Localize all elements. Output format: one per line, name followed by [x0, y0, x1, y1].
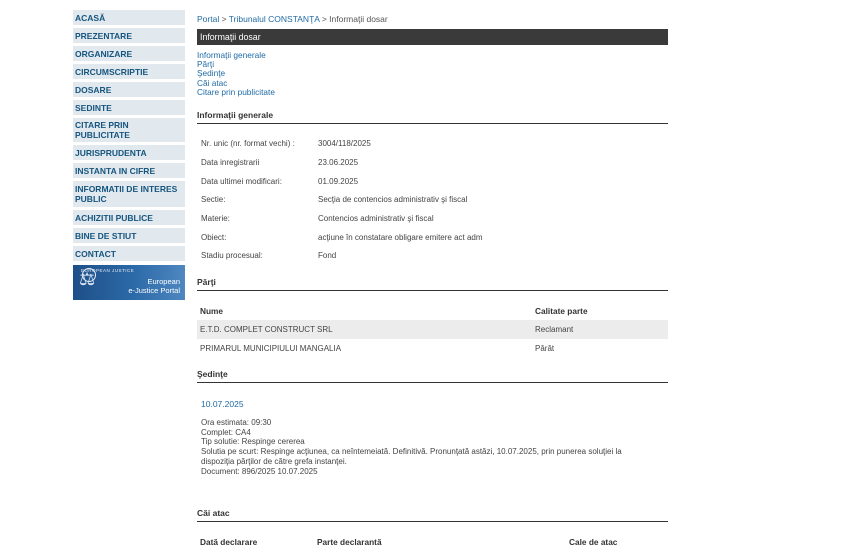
info-label: Nr. unic (nr. format vechi) :: [201, 139, 295, 148]
column-header-calitate-parte: Calitate parte: [535, 306, 588, 316]
sedinta-ora: Ora estimata: 09:30: [201, 418, 272, 427]
sidebar-item-prezentare[interactable]: PREZENTARE: [73, 28, 185, 46]
page-title: Informaţii dosar: [197, 29, 668, 45]
info-row-nr-unic: Nr. unic (nr. format vechi) : 3004/118/2…: [201, 139, 661, 151]
cai-atac-table-header: Dată declarare Parte declarantă Cale de …: [197, 537, 668, 553]
sidebar-item-sedinte[interactable]: SEDINTE: [73, 100, 185, 118]
column-header-parte-declaranta: Parte declarantă: [317, 537, 382, 547]
sidebar-item-jurisprudenta[interactable]: JURISPRUDENTA: [73, 145, 185, 163]
info-label: Data ultimei modificari:: [201, 177, 282, 186]
info-value: Fond: [318, 251, 337, 260]
info-row-sectie: Sectie: Secţia de contencios administrat…: [201, 195, 661, 207]
column-header-nume: Nume: [200, 306, 224, 316]
table-row: E.T.D. COMPLET CONSTRUCT SRL Reclamant: [197, 320, 668, 339]
sedinta-solutie-line1: Solutia pe scurt: Respinge acţiunea, ca …: [201, 447, 622, 456]
e-justice-portal-banner[interactable]: ⚖ EUROPEAN JUSTICE European e-Justice Po…: [73, 265, 185, 300]
banner-small-text: EUROPEAN JUSTICE: [81, 268, 135, 273]
parte-calitate: Pârât: [535, 344, 555, 353]
info-value: 3004/118/2025: [318, 139, 371, 148]
sedinta-date-link[interactable]: 10.07.2025: [201, 399, 244, 409]
info-row-materie: Materie: Contencios administrativ şi fis…: [201, 214, 661, 226]
breadcrumb-separator: >: [319, 14, 330, 24]
section-heading-sedinte: Şedinţe: [197, 369, 668, 383]
info-label: Materie:: [201, 214, 230, 223]
section-heading-cai-atac: Căi atac: [197, 508, 668, 522]
breadcrumb-court-link[interactable]: Tribunalul CONSTANŢA: [229, 14, 320, 24]
breadcrumb: Portal > Tribunalul CONSTANŢA > Informaţ…: [197, 14, 388, 24]
banner-text-line2: e-Justice Portal: [128, 286, 180, 295]
column-header-data-declarare: Dată declarare: [200, 537, 258, 547]
info-label: Obiect:: [201, 233, 227, 242]
sidebar-item-acasa[interactable]: ACASĂ: [73, 10, 185, 28]
info-label: Sectie:: [201, 195, 226, 204]
sidebar-item-citare[interactable]: CITARE PRIN PUBLICITATE: [73, 118, 185, 145]
breadcrumb-current: Informaţii dosar: [329, 14, 388, 24]
section-heading-parti: Părţi: [197, 277, 668, 291]
breadcrumb-separator: >: [219, 14, 229, 24]
table-row: PRIMARUL MUNICIPIULUI MANGALIA Pârât: [197, 339, 668, 358]
info-row-obiect: Obiect: acţiune în constatare obligare e…: [201, 233, 661, 245]
parte-nume: PRIMARUL MUNICIPIULUI MANGALIA: [200, 344, 342, 353]
sidebar-item-organizare[interactable]: ORGANIZARE: [73, 46, 185, 64]
sidebar-item-bine-de-stiut[interactable]: BINE DE STIUT: [73, 228, 185, 246]
info-row-stadiu-procesual: Stadiu procesual: Fond: [201, 251, 661, 263]
sidebar-item-achizitii-publice[interactable]: ACHIZITII PUBLICE: [73, 210, 185, 228]
info-value: Secţia de contencios administrativ şi fi…: [318, 195, 468, 204]
info-label: Data inregistrarii: [201, 158, 260, 167]
banner-text-line1: European: [147, 277, 180, 286]
info-row-data-inregistrarii: Data inregistrarii 23.06.2025: [201, 158, 661, 170]
sidebar-item-contact[interactable]: CONTACT: [73, 246, 185, 264]
breadcrumb-portal-link[interactable]: Portal: [197, 14, 219, 24]
info-value: Contencios administrativ şi fiscal: [318, 214, 434, 223]
info-row-data-ultimei-modificari: Data ultimei modificari: 01.09.2025: [201, 177, 661, 189]
left-sidebar: ACASĂ PREZENTARE ORGANIZARE CIRCUMSCRIPT…: [73, 10, 185, 300]
info-value: 23.06.2025: [318, 158, 359, 167]
info-value: acţiune în constatare obligare emitere a…: [318, 233, 483, 242]
sidebar-item-informatii-interes-public[interactable]: INFORMATII DE INTERES PUBLIC: [73, 181, 185, 210]
anchor-citare-prin-publicitate[interactable]: Citare prin publicitate: [197, 87, 275, 97]
section-anchor-links: Informaţii generale Părţi Şedinţe Căi at…: [197, 50, 275, 97]
info-value: 01.09.2025: [318, 177, 359, 186]
sedinta-document: Document: 896/2025 10.07.2025: [201, 467, 318, 476]
sidebar-item-instanta-in-cifre[interactable]: INSTANTA IN CIFRE: [73, 163, 185, 181]
sidebar-item-dosare[interactable]: DOSARE: [73, 82, 185, 100]
column-header-cale-de-atac: Cale de atac: [569, 537, 618, 547]
sidebar-item-circumscriptie[interactable]: CIRCUMSCRIPTIE: [73, 64, 185, 82]
parte-calitate: Reclamant: [535, 325, 574, 334]
info-label: Stadiu procesual:: [201, 251, 263, 260]
sedinta-tip-solutie: Tip solutie: Respinge cererea: [201, 437, 305, 446]
parte-nume: E.T.D. COMPLET CONSTRUCT SRL: [200, 325, 333, 334]
section-heading-informatii-generale: Informaţii generale: [197, 110, 668, 124]
sedinta-solutie-line2: dispoziţia părţilor de către grefa insta…: [201, 457, 347, 466]
